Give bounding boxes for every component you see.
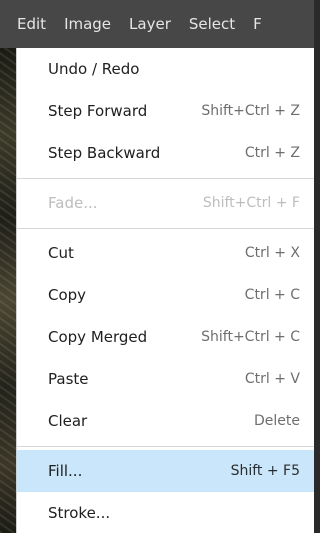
canvas-background	[0, 48, 16, 533]
menu-layer[interactable]: Layer	[120, 0, 180, 48]
menu-item-shortcut: Shift+Ctrl + F	[202, 195, 300, 211]
menu-item-shortcut: Ctrl + C	[244, 287, 300, 303]
menu-item-shortcut: Shift+Ctrl + Z	[201, 103, 300, 119]
menu-separator	[17, 446, 314, 447]
menu-item-cut[interactable]: Cut Ctrl + X	[17, 232, 314, 274]
menu-item-fill[interactable]: Fill... Shift + F5	[17, 450, 314, 492]
menu-item-clear[interactable]: Clear Delete	[17, 400, 314, 442]
menu-item-label: Paste	[48, 370, 89, 388]
menu-separator	[17, 178, 314, 179]
menu-item-undo-redo[interactable]: Undo / Redo	[17, 48, 314, 90]
menu-item-shortcut: Delete	[254, 413, 300, 429]
menu-item-step-forward[interactable]: Step Forward Shift+Ctrl + Z	[17, 90, 314, 132]
menu-select[interactable]: Select	[180, 0, 244, 48]
menu-item-stroke[interactable]: Stroke...	[17, 492, 314, 533]
menu-item-shortcut: Ctrl + Z	[244, 145, 300, 161]
menu-item-label: Cut	[48, 244, 74, 262]
menu-item-shortcut: Ctrl + V	[244, 371, 300, 387]
menu-item-copy-merged[interactable]: Copy Merged Shift+Ctrl + C	[17, 316, 314, 358]
app-window: Edit Image Layer Select F Undo / Redo St…	[0, 0, 314, 533]
menu-edit[interactable]: Edit	[8, 0, 56, 48]
menu-item-fade: Fade... Shift+Ctrl + F	[17, 182, 314, 224]
menu-item-label: Clear	[48, 412, 88, 430]
menu-separator	[17, 228, 314, 229]
menu-item-label: Undo / Redo	[48, 60, 140, 78]
menu-item-paste[interactable]: Paste Ctrl + V	[17, 358, 314, 400]
menu-item-label: Copy Merged	[48, 328, 148, 346]
menu-bar: Edit Image Layer Select F	[0, 0, 314, 48]
menu-item-label: Step Backward	[48, 144, 161, 162]
menu-item-label: Fill...	[48, 462, 83, 480]
menu-filter[interactable]: F	[244, 0, 271, 48]
edit-dropdown-menu: Undo / Redo Step Forward Shift+Ctrl + Z …	[16, 48, 314, 533]
menu-item-shortcut: Ctrl + X	[244, 245, 300, 261]
menu-item-copy[interactable]: Copy Ctrl + C	[17, 274, 314, 316]
menu-item-label: Fade...	[48, 194, 98, 212]
menu-item-step-backward[interactable]: Step Backward Ctrl + Z	[17, 132, 314, 174]
menu-item-shortcut: Shift+Ctrl + C	[201, 329, 300, 345]
menu-item-label: Step Forward	[48, 102, 148, 120]
menu-image[interactable]: Image	[55, 0, 120, 48]
menu-item-label: Stroke...	[48, 504, 111, 522]
menu-item-shortcut: Shift + F5	[230, 463, 300, 479]
menu-item-label: Copy	[48, 286, 87, 304]
